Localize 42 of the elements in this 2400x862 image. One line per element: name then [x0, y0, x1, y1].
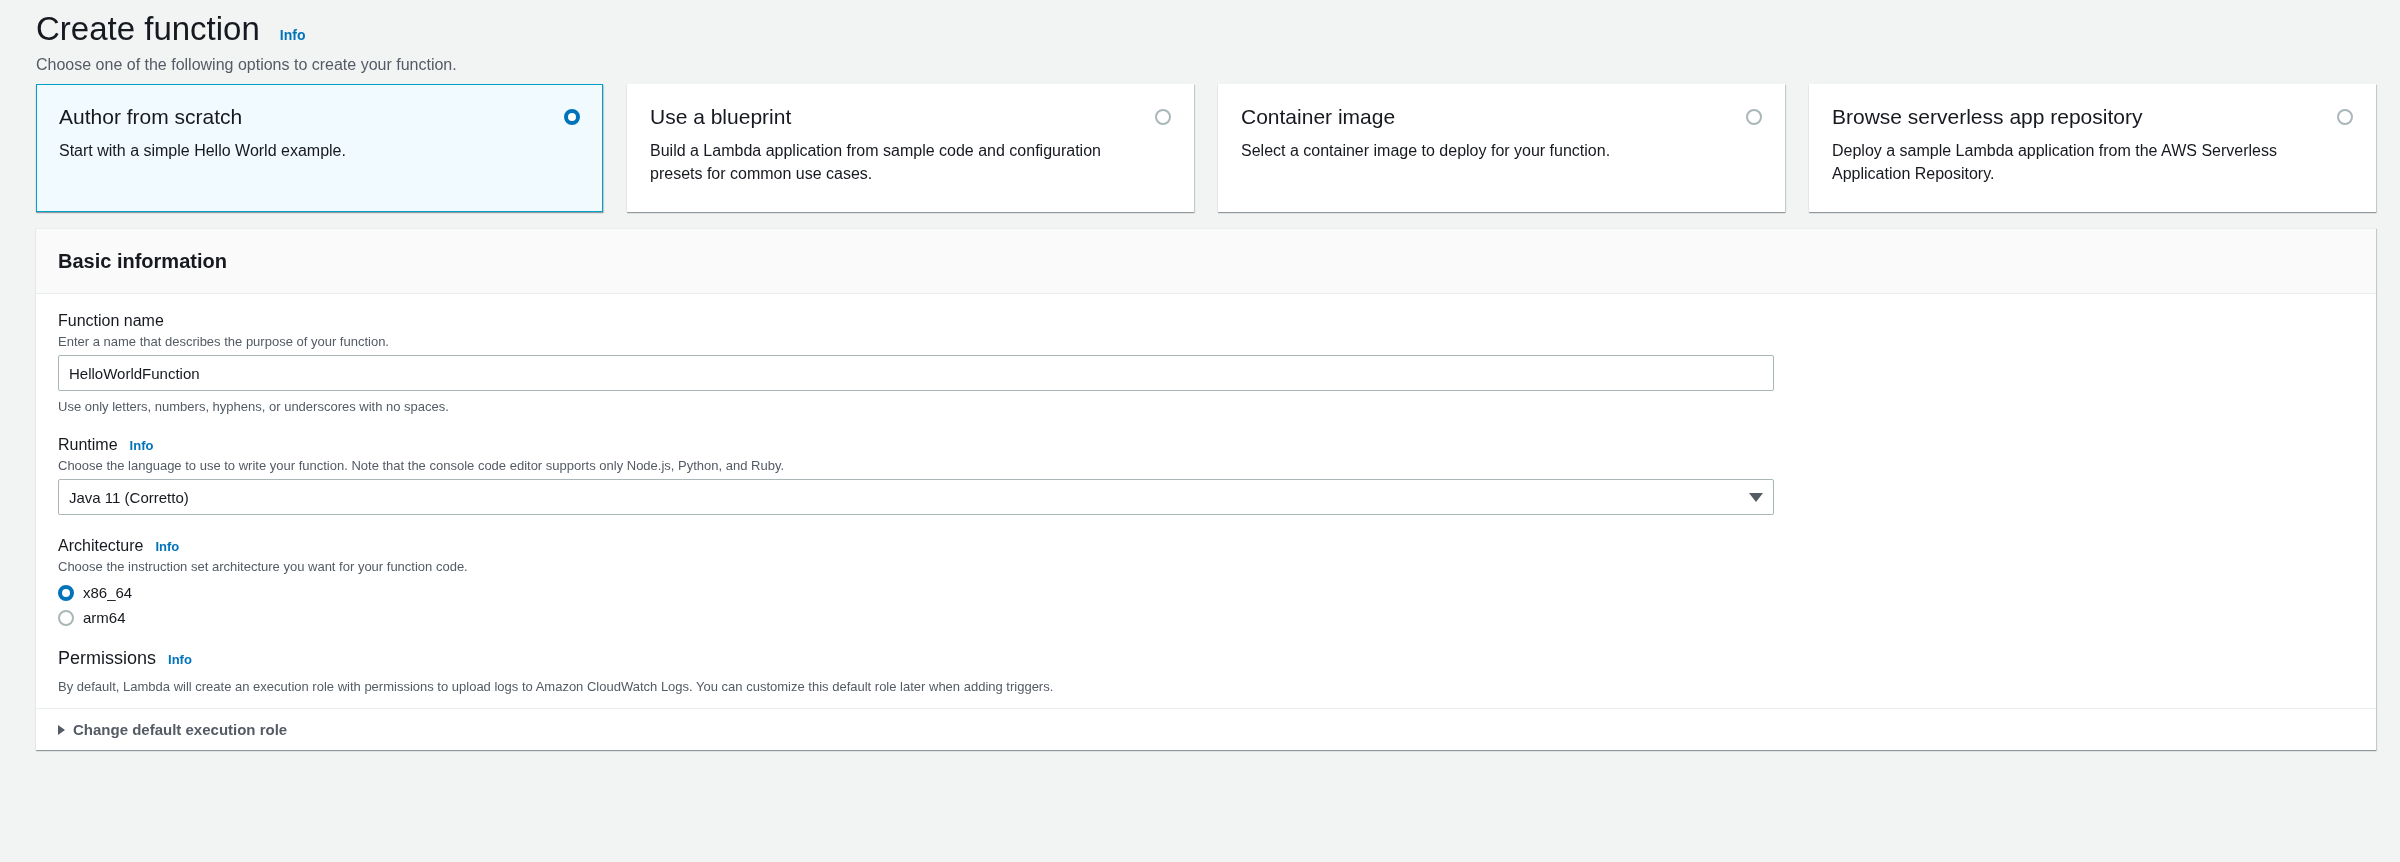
section-description: By default, Lambda will create an execution role with permissions to upload logs to Amazon CloudWatch Logs. You can customize this default role later when adding triggers. — [58, 679, 1055, 694]
field-label: Runtime — [58, 436, 118, 454]
field-description: Choose the instruction set architecture you want for your function code. — [58, 559, 469, 574]
radio-button[interactable] — [1155, 109, 1171, 125]
option-card[interactable]: Author from scratch Start with a simple Hello World example. — [36, 84, 603, 212]
option-title: Use a blueprint — [650, 105, 793, 129]
field-description: Enter a name that describes the purpose of your function. — [58, 334, 390, 349]
info-link[interactable]: Info — [155, 539, 180, 554]
panel-title: Basic information — [58, 250, 228, 273]
select-value: Java 11 (Corretto) — [69, 488, 189, 506]
field-description: Choose the language to use to write your function. Note that the console code editor supports only Node.js, Python, and Ruby. — [58, 458, 786, 473]
page-description: Choose one of the following options to create your function. — [36, 56, 458, 74]
caret-icon — [1749, 492, 1763, 502]
option-card[interactable]: Container image Select a container image to deploy for your function. — [1218, 84, 1785, 212]
radio-button[interactable] — [1746, 109, 1762, 125]
info-link[interactable]: Info — [279, 27, 306, 43]
radio-button[interactable] — [564, 109, 580, 125]
radio-label: x86_64 — [83, 584, 133, 601]
field-constraint: Use only letters, numbers, hyphens, or underscores with no spaces. — [58, 399, 450, 414]
option-title: Browse serverless app repository — [1832, 105, 2144, 129]
option-card[interactable]: Browse serverless app repository Deploy a sample Lambda application from the AWS Serverless Application Repository. — [1809, 84, 2376, 212]
radio-button[interactable] — [2337, 109, 2353, 125]
caret-icon — [58, 724, 65, 735]
info-link[interactable]: Info — [168, 652, 192, 667]
page-title: Create function — [36, 10, 260, 48]
option-title: Author from scratch — [59, 105, 244, 129]
radio-label: arm64 — [83, 609, 126, 626]
option-description: Select a container image to deploy for your function. — [1241, 141, 1612, 161]
option-description: Build a Lambda application from sample code and configuration presets for common use cases. — [650, 141, 1102, 184]
section-title: Permissions — [58, 648, 157, 669]
info-link[interactable]: Info — [129, 438, 154, 453]
option-card[interactable]: Use a blueprint Build a Lambda application from sample code and configuration presets for common use cases. — [627, 84, 1194, 212]
option-description: Start with a simple Hello World example. — [59, 141, 347, 161]
option-description: Deploy a sample Lambda application from the AWS Serverless Application Repository. — [1832, 141, 2278, 184]
option-title: Container image — [1241, 105, 1397, 129]
function-name-input[interactable]: HelloWorldFunction — [58, 355, 1774, 391]
field-label: Function name — [58, 312, 164, 330]
expander-toggle[interactable]: Change default execution role — [58, 721, 288, 738]
radio-button[interactable] — [58, 609, 74, 626]
radio-button[interactable] — [58, 584, 74, 601]
runtime-select[interactable]: Java 11 (Corretto) — [58, 479, 1774, 515]
field-label: Architecture — [58, 537, 144, 555]
